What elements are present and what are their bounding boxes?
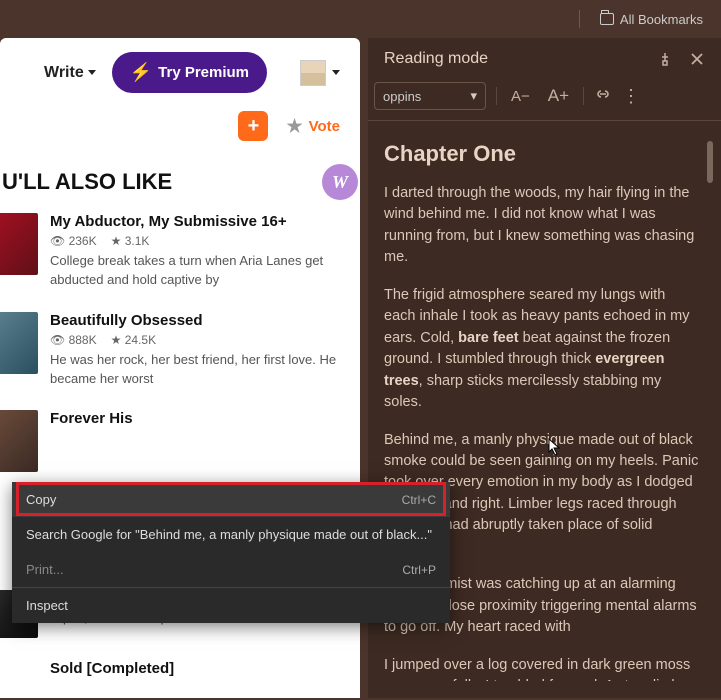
- eye-icon: 👁: [50, 234, 65, 248]
- paragraph: I jumped over a log covered in dark gree…: [384, 655, 699, 681]
- book-cover: [0, 410, 38, 472]
- eye-icon: 👁: [50, 333, 65, 347]
- context-menu: Copy Ctrl+C Search Google for "Behind me…: [12, 482, 450, 623]
- vote-label: Vote: [309, 118, 340, 135]
- recommendation-item[interactable]: Forever His: [0, 402, 360, 486]
- write-dropdown[interactable]: Write: [44, 64, 96, 82]
- rec-stars: 3.1K: [125, 234, 150, 248]
- close-icon[interactable]: [689, 51, 705, 67]
- ctx-label: Print...: [26, 562, 64, 577]
- book-cover: [0, 312, 38, 374]
- rec-desc: College break takes a turn when Aria Lan…: [50, 252, 346, 290]
- ctx-label: Inspect: [26, 598, 68, 613]
- try-premium-button[interactable]: ⚡ Try Premium: [112, 52, 267, 93]
- context-search[interactable]: Search Google for "Behind me, a manly ph…: [12, 517, 450, 552]
- ctx-label: Search Google for "Behind me, a manly ph…: [26, 527, 432, 542]
- star-icon: ★: [286, 116, 302, 137]
- user-menu[interactable]: [300, 60, 340, 86]
- font-select[interactable]: oppins ▾: [374, 82, 486, 110]
- recommendation-item[interactable]: Sold [Completed]: [0, 652, 360, 681]
- rec-views: 236K: [69, 234, 97, 248]
- paragraph: I darted through the woods, my hair flyi…: [384, 183, 699, 269]
- ctx-shortcut: Ctrl+C: [402, 493, 436, 507]
- paragraph: The frigid atmosphere seared my lungs wi…: [384, 285, 699, 414]
- more-icon[interactable]: ⋮: [622, 86, 638, 107]
- write-label: Write: [44, 64, 84, 82]
- premium-label: Try Premium: [158, 64, 249, 81]
- also-like-heading: U'LL ALSO LIKE: [0, 155, 360, 205]
- reading-mode-title: Reading mode: [384, 50, 488, 68]
- wattpad-badge[interactable]: W: [322, 164, 358, 200]
- ctx-label: Copy: [26, 492, 56, 507]
- cursor-icon: [548, 438, 562, 456]
- rec-title: Beautifully Obsessed: [50, 312, 346, 329]
- add-button[interactable]: +: [238, 111, 268, 141]
- rec-stars: 24.5K: [125, 333, 156, 347]
- context-print[interactable]: Print... Ctrl+P: [12, 552, 450, 587]
- chevron-down-icon: ▾: [470, 88, 477, 104]
- vote-button[interactable]: ★ Vote: [286, 116, 340, 137]
- rec-views: 888K: [69, 333, 97, 347]
- scrollbar-thumb[interactable]: [707, 141, 713, 183]
- star-icon: ★: [111, 333, 122, 347]
- font-name: oppins: [383, 89, 421, 104]
- chevron-down-icon: [88, 70, 96, 75]
- star-icon: ★: [111, 234, 122, 248]
- context-inspect[interactable]: Inspect: [12, 588, 450, 623]
- font-increase-button[interactable]: A+: [544, 86, 573, 106]
- rec-title: Sold [Completed]: [50, 660, 346, 677]
- rec-title: My Abductor, My Submissive 16+: [50, 213, 346, 230]
- font-decrease-button[interactable]: A−: [507, 88, 534, 105]
- chevron-down-icon: [332, 70, 340, 75]
- avatar: [300, 60, 326, 86]
- recommendation-item[interactable]: Beautifully Obsessed 👁 888K ★ 24.5K He w…: [0, 304, 360, 403]
- pin-icon[interactable]: [657, 51, 673, 67]
- folder-icon: [600, 13, 614, 25]
- rec-title: Forever His: [50, 410, 346, 427]
- chapter-title: Chapter One: [384, 141, 699, 167]
- bolt-icon: ⚡: [130, 62, 152, 83]
- recommendation-item[interactable]: My Abductor, My Submissive 16+ 👁 236K ★ …: [0, 205, 360, 304]
- rec-desc: He was her rock, her best friend, her fi…: [50, 351, 346, 389]
- all-bookmarks-link[interactable]: All Bookmarks: [620, 12, 703, 27]
- context-copy[interactable]: Copy Ctrl+C: [12, 482, 450, 517]
- link-icon[interactable]: [594, 87, 612, 106]
- ctx-shortcut: Ctrl+P: [402, 563, 436, 577]
- book-cover: [0, 213, 38, 275]
